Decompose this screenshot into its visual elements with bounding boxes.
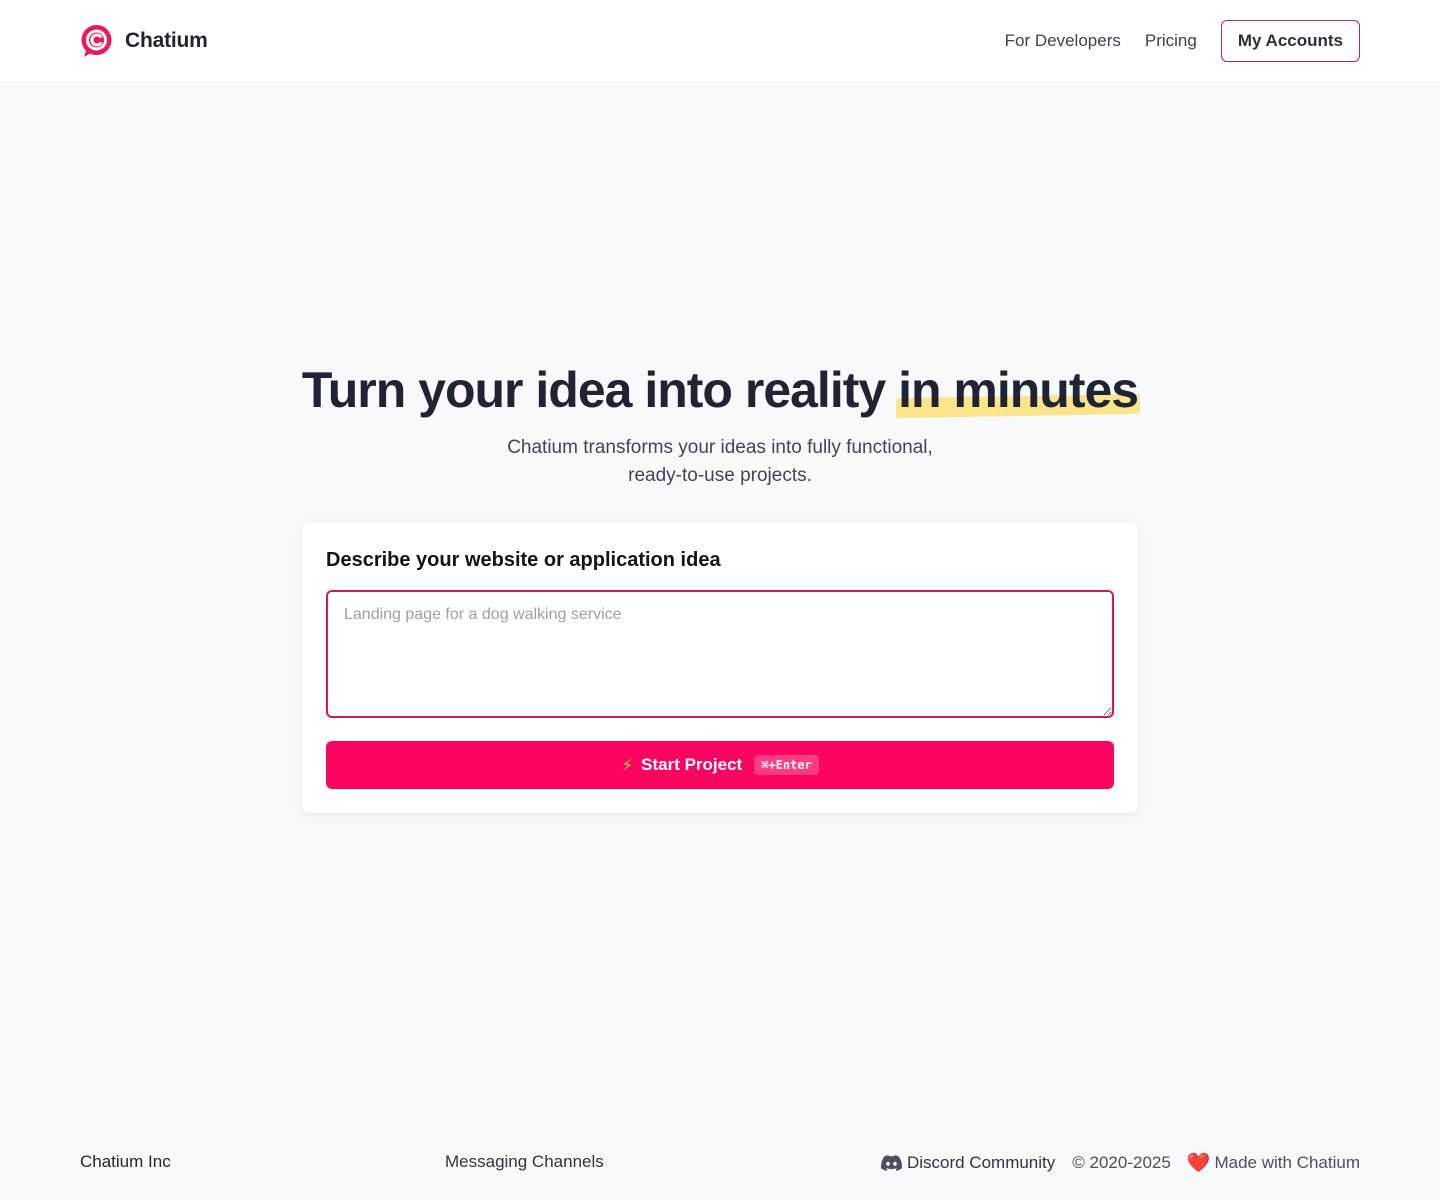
- hero-title-highlight-text: in minutes: [898, 362, 1139, 418]
- site-footer: Chatium Inc Messaging Channels Discord C…: [80, 1150, 1360, 1176]
- hero-title: Turn your idea into reality in minutes: [0, 360, 1440, 420]
- start-project-label: Start Project: [641, 755, 743, 774]
- top-nav: For Developers Pricing My Accounts: [1005, 20, 1360, 62]
- brand-name: Chatium: [125, 29, 208, 52]
- hero-subtitle-line1: Chatium transforms your ideas into fully…: [507, 437, 933, 458]
- made-with-label: Made with Chatium: [1214, 1153, 1360, 1172]
- start-project-button[interactable]: ⚡ Start Project ⌘+Enter: [326, 741, 1114, 789]
- keyboard-shortcut-badge: ⌘+Enter: [754, 755, 819, 775]
- discord-community-link[interactable]: Discord Community: [880, 1153, 1056, 1173]
- idea-form-card: Describe your website or application ide…: [302, 523, 1138, 813]
- site-header: Chatium For Developers Pricing My Accoun…: [0, 0, 1440, 83]
- hero-subtitle-line2: ready-to-use projects.: [628, 465, 812, 486]
- made-with-chatium-link[interactable]: ❤️ Made with Chatium: [1187, 1153, 1360, 1173]
- nav-pricing[interactable]: Pricing: [1145, 31, 1197, 51]
- hero-subtitle: Chatium transforms your ideas into fully…: [0, 434, 1440, 490]
- hero-title-highlight: in minutes: [898, 360, 1139, 420]
- heart-icon: ❤️: [1186, 1152, 1211, 1174]
- footer-messaging-channels-link[interactable]: Messaging Channels: [445, 1152, 604, 1172]
- discord-icon: [880, 1155, 902, 1171]
- chatium-logo-icon: [81, 25, 112, 57]
- nav-for-developers[interactable]: For Developers: [1005, 31, 1121, 51]
- lightning-bolt-icon: ⚡: [621, 755, 634, 775]
- footer-company: Chatium Inc: [80, 1152, 171, 1171]
- idea-textarea[interactable]: [326, 590, 1114, 718]
- copyright-text: © 2020-2025: [1072, 1153, 1171, 1172]
- brand-logo[interactable]: Chatium: [80, 24, 208, 58]
- discord-label: Discord Community: [906, 1153, 1056, 1172]
- footer-right: Discord Community © 2020-2025 ❤️ Made wi…: [880, 1150, 1360, 1176]
- idea-label: Describe your website or application ide…: [326, 549, 721, 571]
- hero-title-main: Turn your idea into reality: [301, 362, 899, 418]
- my-accounts-button[interactable]: My Accounts: [1220, 20, 1360, 62]
